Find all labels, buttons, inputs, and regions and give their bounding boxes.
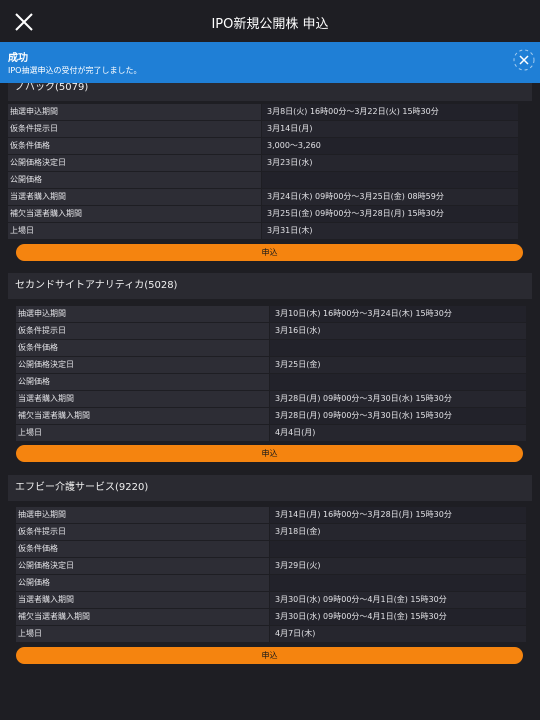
- table-row: 公開価格: [8, 172, 518, 189]
- row-value: 3月14日(月) 16時00分〜3月28日(月) 15時30分: [269, 507, 526, 523]
- table-row: 公開価格決定日 3月23日(水): [8, 155, 518, 172]
- row-label: 仮条件提示日: [16, 323, 269, 339]
- table-row: 仮条件提示日 3月14日(月): [8, 121, 518, 138]
- row-label: 当選者購入期間: [16, 592, 269, 608]
- row-label: 上場日: [16, 425, 269, 441]
- table-row: 公開価格: [16, 374, 526, 391]
- table-row: 公開価格決定日 3月29日(火): [16, 558, 526, 575]
- table-row: 仮条件価格 3,000〜3,260: [8, 138, 518, 155]
- apply-button[interactable]: 申込: [16, 244, 523, 261]
- table-row: 補欠当選者購入期間 3月30日(水) 09時00分〜4月1日(金) 15時30分: [16, 609, 526, 626]
- row-value: 3月23日(水): [261, 155, 518, 171]
- row-label: 公開価格: [8, 172, 261, 188]
- row-label: 仮条件提示日: [16, 524, 269, 540]
- row-value: 3月30日(水) 09時00分〜4月1日(金) 15時30分: [269, 609, 526, 625]
- ipo-section: エフビー介護サービス(9220): [8, 475, 532, 501]
- row-value: 4月7日(木): [269, 626, 526, 642]
- success-toast: 成功 IPO抽選申込の受付が完了しました。: [0, 42, 540, 83]
- row-label: 仮条件価格: [8, 138, 261, 154]
- table-row: 抽選申込期間 3月10日(木) 16時00分〜3月24日(木) 15時30分: [16, 306, 526, 323]
- row-value: 3月10日(木) 16時00分〜3月24日(木) 15時30分: [269, 306, 526, 322]
- row-value: [269, 374, 526, 390]
- ipo-table: 抽選申込期間 3月10日(木) 16時00分〜3月24日(木) 15時30分 仮条…: [16, 306, 526, 442]
- row-label: 上場日: [8, 223, 261, 239]
- table-row: 上場日 3月31日(木): [8, 223, 518, 240]
- table-row: 抽選申込期間 3月14日(月) 16時00分〜3月28日(月) 15時30分: [16, 507, 526, 524]
- table-row: 仮条件提示日 3月16日(水): [16, 323, 526, 340]
- row-value: 3月25日(金): [269, 357, 526, 373]
- row-label: 公開価格決定日: [8, 155, 261, 171]
- row-value: 3月8日(火) 16時00分〜3月22日(火) 15時30分: [261, 104, 518, 120]
- table-row: 仮条件価格: [16, 541, 526, 558]
- row-label: 抽選申込期間: [16, 507, 269, 523]
- toast-close-button[interactable]: [511, 47, 537, 73]
- ipo-table: 抽選申込期間 3月8日(火) 16時00分〜3月22日(火) 15時30分 仮条件…: [8, 104, 518, 240]
- table-row: 上場日 4月4日(月): [16, 425, 526, 442]
- row-label: 仮条件提示日: [8, 121, 261, 137]
- table-row: 公開価格: [16, 575, 526, 592]
- row-value: [261, 172, 518, 188]
- row-value: 3,000〜3,260: [261, 138, 518, 154]
- section-title: セカンドサイトアナリティカ(5028): [8, 273, 532, 299]
- row-label: 補欠当選者購入期間: [8, 206, 261, 222]
- toast-message: IPO抽選申込の受付が完了しました。: [8, 66, 142, 75]
- row-value: 3月30日(水) 09時00分〜4月1日(金) 15時30分: [269, 592, 526, 608]
- row-value: 3月31日(木): [261, 223, 518, 239]
- table-row: 補欠当選者購入期間 3月25日(金) 09時00分〜3月28日(月) 15時30分: [8, 206, 518, 223]
- app-header: IPO新規公開株 申込: [0, 0, 540, 42]
- row-value: 4月4日(月): [269, 425, 526, 441]
- row-label: 抽選申込期間: [8, 104, 261, 120]
- row-value: 3月18日(金): [269, 524, 526, 540]
- apply-button[interactable]: 申込: [16, 445, 523, 462]
- row-value: 3月14日(月): [261, 121, 518, 137]
- row-label: 公開価格: [16, 374, 269, 390]
- toast-title: 成功: [8, 53, 28, 64]
- table-row: 抽選申込期間 3月8日(火) 16時00分〜3月22日(火) 15時30分: [8, 104, 518, 121]
- row-label: 公開価格決定日: [16, 357, 269, 373]
- row-label: 仮条件価格: [16, 541, 269, 557]
- table-row: 公開価格決定日 3月25日(金): [16, 357, 526, 374]
- close-icon: [513, 49, 535, 71]
- row-label: 公開価格: [16, 575, 269, 591]
- row-value: 3月24日(木) 09時00分〜3月25日(金) 08時59分: [261, 189, 518, 205]
- table-row: 上場日 4月7日(木): [16, 626, 526, 643]
- section-title: エフビー介護サービス(9220): [8, 475, 532, 501]
- table-row: 補欠当選者購入期間 3月28日(月) 09時00分〜3月30日(水) 15時30分: [16, 408, 526, 425]
- page-title: IPO新規公開株 申込: [211, 17, 329, 32]
- row-value: 3月28日(月) 09時00分〜3月30日(水) 15時30分: [269, 391, 526, 407]
- row-label: 当選者購入期間: [16, 391, 269, 407]
- row-label: 当選者購入期間: [8, 189, 261, 205]
- row-label: 上場日: [16, 626, 269, 642]
- table-row: 仮条件提示日 3月18日(金): [16, 524, 526, 541]
- row-label: 補欠当選者購入期間: [16, 408, 269, 424]
- ipo-table: 抽選申込期間 3月14日(月) 16時00分〜3月28日(月) 15時30分 仮条…: [16, 507, 526, 643]
- row-label: 仮条件価格: [16, 340, 269, 356]
- row-value: 3月16日(水): [269, 323, 526, 339]
- row-value: [269, 541, 526, 557]
- row-label: 抽選申込期間: [16, 306, 269, 322]
- ipo-section: セカンドサイトアナリティカ(5028): [8, 273, 532, 299]
- row-value: 3月25日(金) 09時00分〜3月28日(月) 15時30分: [261, 206, 518, 222]
- row-value: [269, 575, 526, 591]
- row-label: 補欠当選者購入期間: [16, 609, 269, 625]
- table-row: 当選者購入期間 3月30日(水) 09時00分〜4月1日(金) 15時30分: [16, 592, 526, 609]
- apply-button[interactable]: 申込: [16, 647, 523, 664]
- row-value: 3月29日(火): [269, 558, 526, 574]
- row-label: 公開価格決定日: [16, 558, 269, 574]
- row-value: [269, 340, 526, 356]
- table-row: 当選者購入期間 3月28日(月) 09時00分〜3月30日(水) 15時30分: [16, 391, 526, 408]
- table-row: 当選者購入期間 3月24日(木) 09時00分〜3月25日(金) 08時59分: [8, 189, 518, 206]
- table-row: 仮条件価格: [16, 340, 526, 357]
- row-value: 3月28日(月) 09時00分〜3月30日(水) 15時30分: [269, 408, 526, 424]
